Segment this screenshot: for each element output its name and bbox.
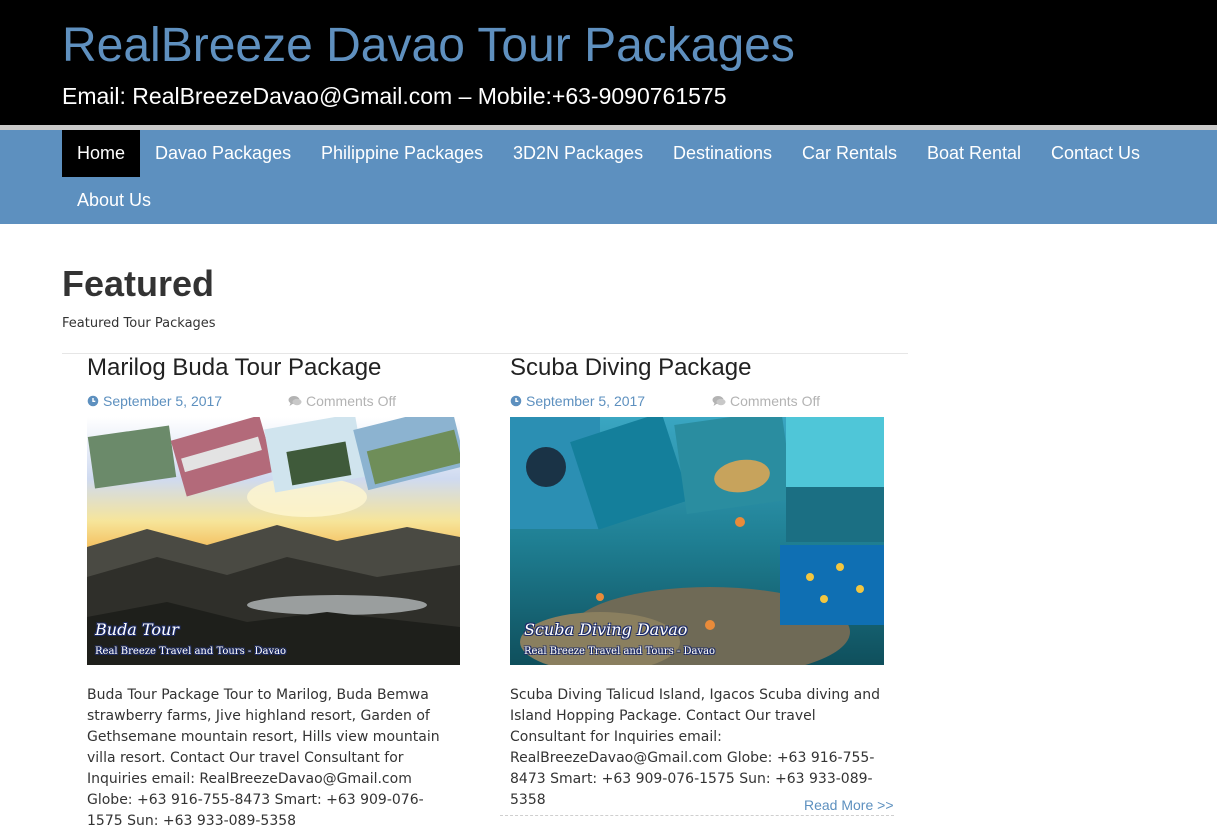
- clock-icon: [510, 395, 522, 407]
- nav-item-home[interactable]: Home: [62, 130, 141, 177]
- site-contact-line: Email: RealBreezeDavao@Gmail.com – Mobil…: [62, 83, 727, 109]
- main-nav: Home Davao Packages Philippine Packages …: [0, 130, 1217, 224]
- post-thumbnail-scuba-diving[interactable]: Scuba Diving Davao Real Breeze Travel an…: [510, 417, 884, 665]
- site-header: RealBreeze Davao Tour Packages Email: Re…: [0, 0, 1217, 126]
- post-comments: Comments Off: [288, 392, 396, 410]
- nav-item-philippine-packages[interactable]: Philippine Packages: [306, 130, 498, 177]
- post-footer-divider: [500, 815, 894, 816]
- nav-item-destinations[interactable]: Destinations: [658, 130, 787, 177]
- nav-item-contact-us[interactable]: Contact Us: [1036, 130, 1155, 177]
- featured-subtitle: Featured Tour Packages: [62, 316, 216, 331]
- post-date-label: September 5, 2017: [526, 393, 646, 409]
- thumbnail-caption: Buda Tour: [95, 620, 179, 639]
- post-date[interactable]: September 5, 2017: [510, 392, 645, 410]
- post-title-marilog-buda[interactable]: Marilog Buda Tour Package: [87, 353, 381, 383]
- post-date[interactable]: September 5, 2017: [87, 392, 222, 410]
- thumbnail-subcaption: Real Breeze Travel and Tours - Davao: [524, 646, 716, 657]
- comments-icon: [712, 396, 726, 406]
- clock-icon: [87, 395, 99, 407]
- post-date-label: September 5, 2017: [103, 393, 223, 409]
- comments-icon: [288, 396, 302, 406]
- nav-item-davao-packages[interactable]: Davao Packages: [140, 130, 306, 177]
- site-title[interactable]: RealBreeze Davao Tour Packages: [62, 16, 795, 76]
- post-title-scuba-diving[interactable]: Scuba Diving Package: [510, 353, 751, 383]
- post-comments: Comments Off: [712, 392, 820, 410]
- post-comments-label: Comments Off: [306, 393, 396, 409]
- post-comments-label: Comments Off: [730, 393, 820, 409]
- featured-title: Featured: [62, 263, 215, 304]
- nav-item-3d2n-packages[interactable]: 3D2N Packages: [498, 130, 658, 177]
- post-thumbnail-buda-tour[interactable]: Buda Tour Real Breeze Travel and Tours -…: [87, 417, 460, 665]
- post-excerpt: Scuba Diving Talicud Island, Igacos Scub…: [510, 687, 880, 808]
- read-more-link[interactable]: Read More >>: [804, 796, 894, 814]
- thumbnail-caption: Scuba Diving Davao: [524, 620, 688, 639]
- nav-item-boat-rental[interactable]: Boat Rental: [912, 130, 1036, 177]
- nav-item-car-rentals[interactable]: Car Rentals: [787, 130, 912, 177]
- nav-item-about-us[interactable]: About Us: [62, 177, 166, 224]
- thumbnail-subcaption: Real Breeze Travel and Tours - Davao: [95, 646, 287, 657]
- post-excerpt: Buda Tour Package Tour to Marilog, Buda …: [87, 687, 440, 829]
